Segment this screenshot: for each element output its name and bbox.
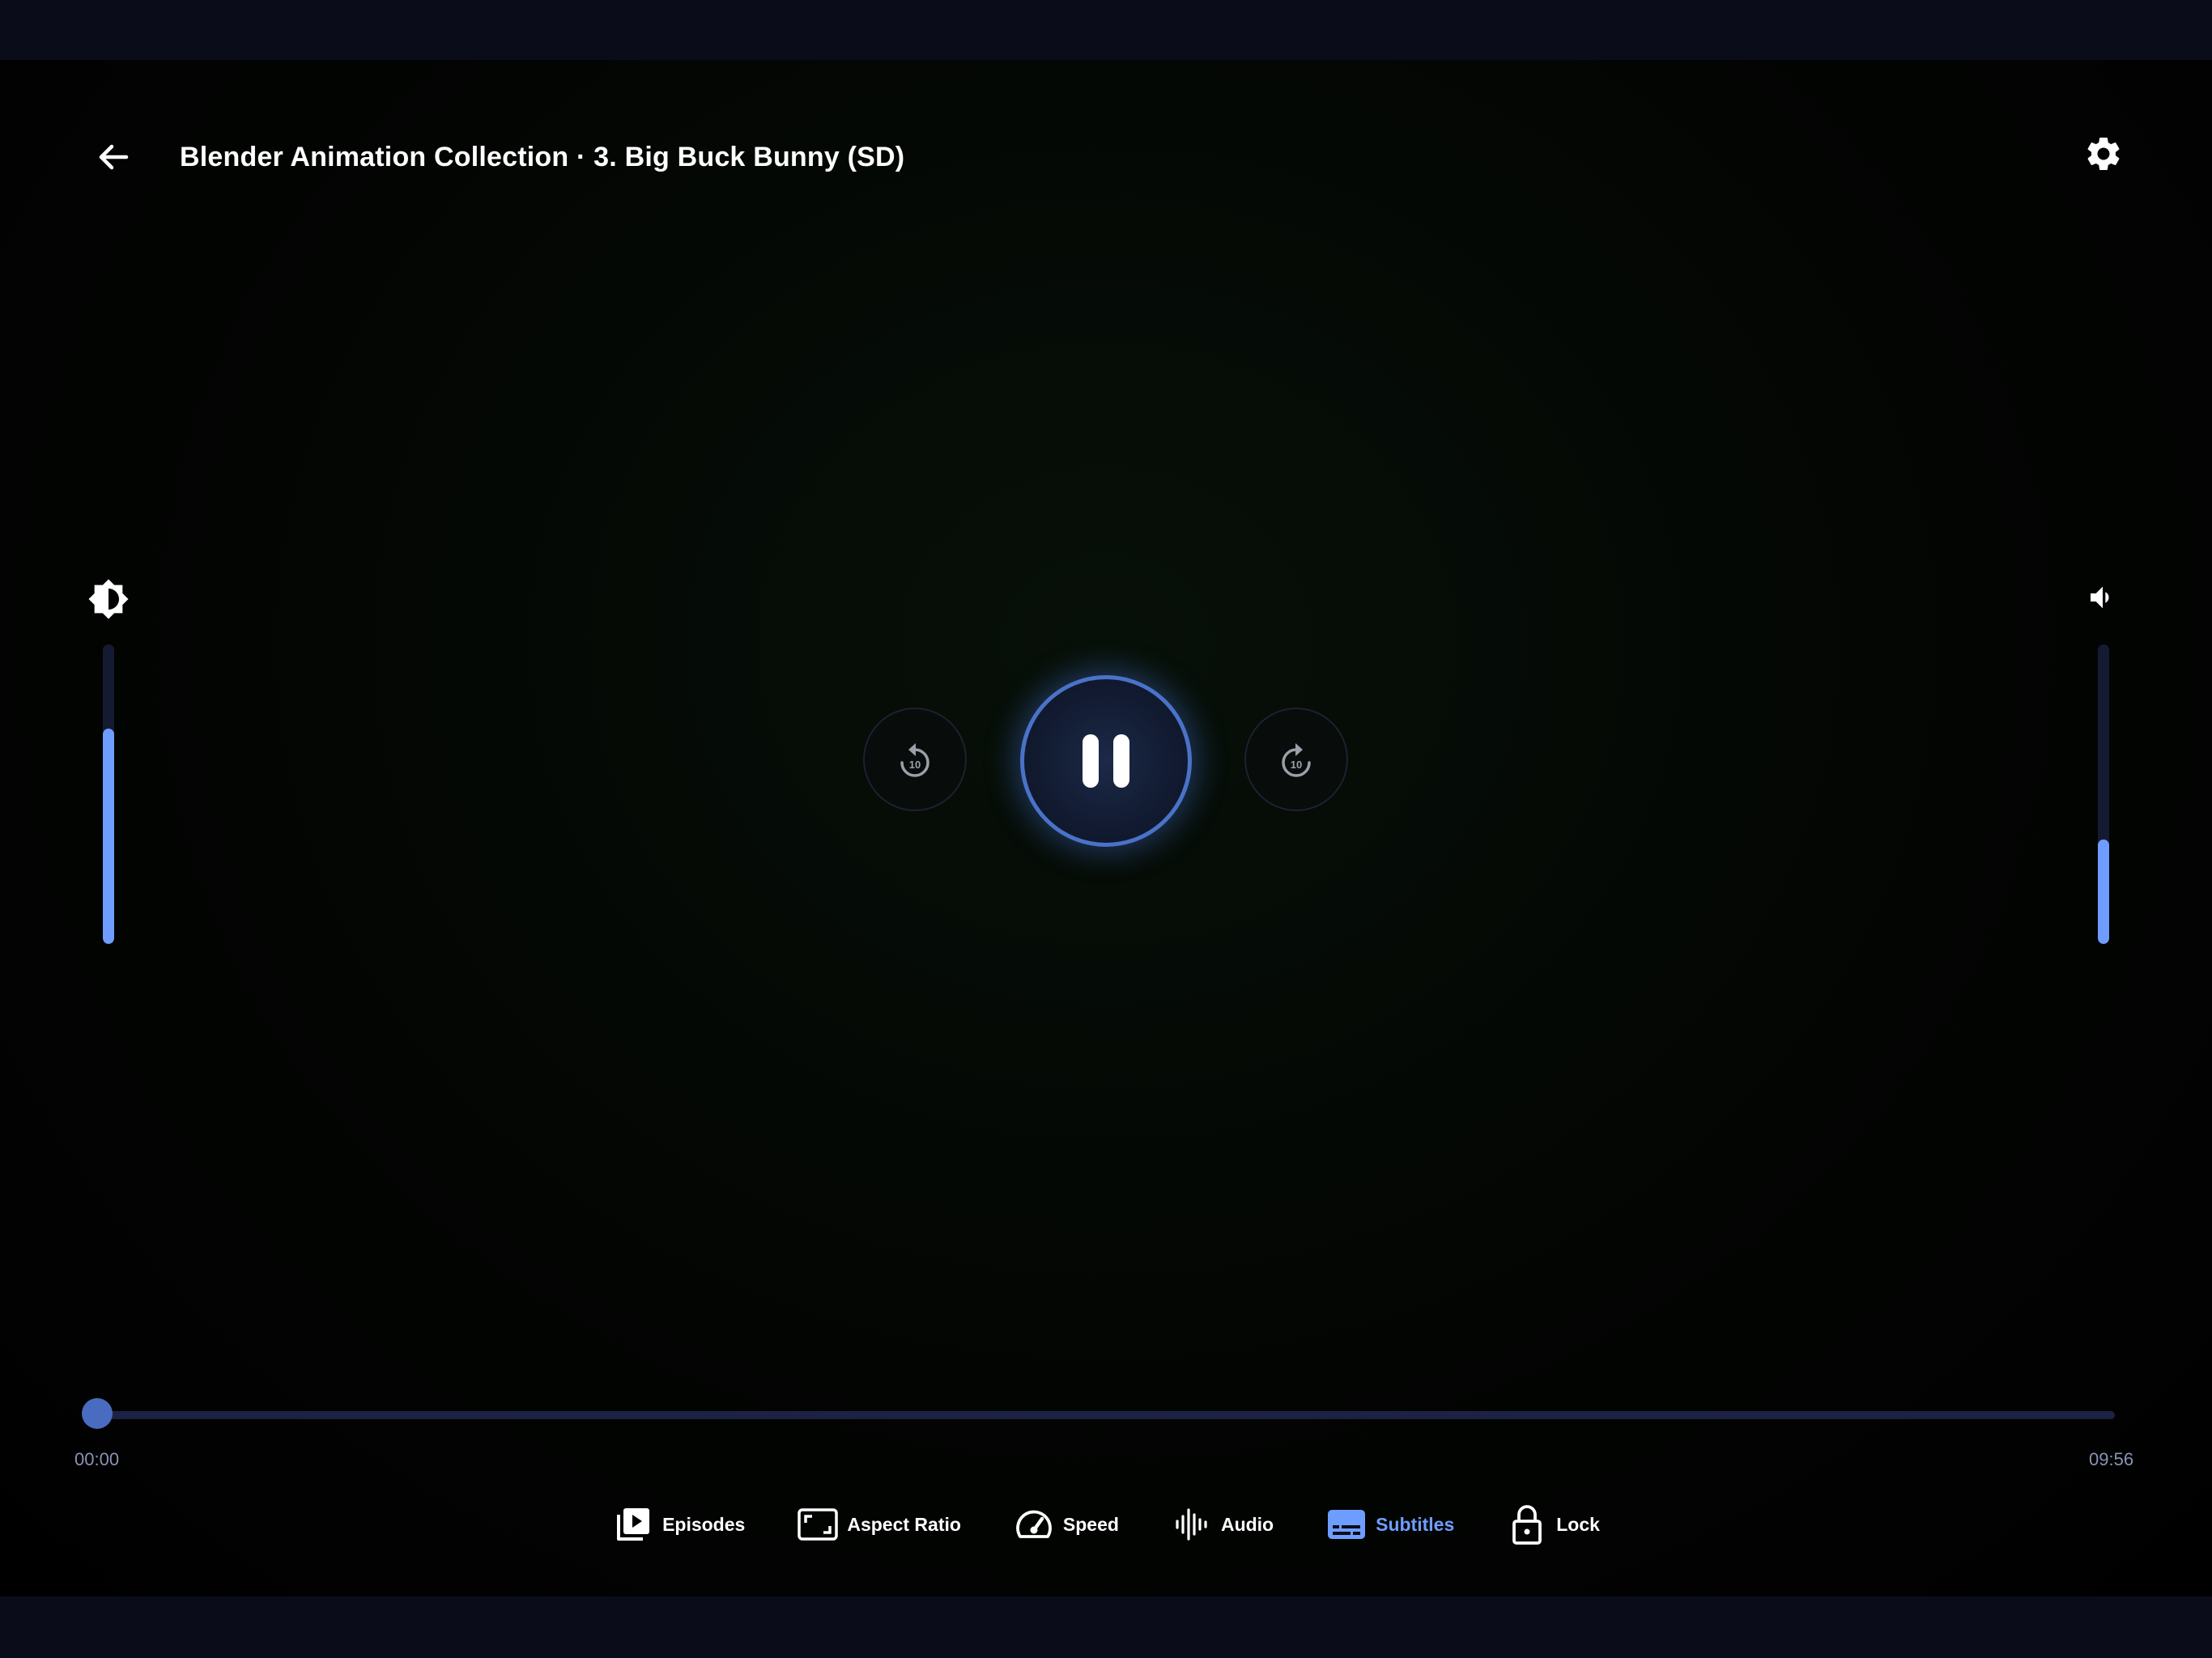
- navigation-bar-area: [0, 1596, 2212, 1658]
- video-player[interactable]: Blender Animation Collection · 3. Big Bu…: [0, 60, 2212, 1596]
- subtitles-icon: [1325, 1503, 1368, 1545]
- status-bar-area: [0, 0, 2212, 60]
- audio-button[interactable]: Audio: [1171, 1496, 1274, 1553]
- total-duration: 09:56: [2089, 1449, 2134, 1469]
- forward-10-icon: 10: [1282, 743, 1311, 777]
- aspect-ratio-button[interactable]: Aspect Ratio: [797, 1496, 961, 1553]
- rewind-seconds-label: 10: [909, 759, 921, 771]
- volume-level: [2098, 839, 2109, 944]
- brightness-level: [103, 728, 114, 944]
- pause-button[interactable]: [1020, 675, 1192, 847]
- subtitles-label: Subtitles: [1376, 1513, 1455, 1535]
- gear-icon: [2087, 138, 2120, 170]
- forward-seconds-label: 10: [1291, 759, 1302, 771]
- volume-indicator: [2078, 573, 2127, 622]
- subtitles-button[interactable]: Subtitles: [1325, 1496, 1454, 1553]
- brightness-indicator: [84, 575, 133, 623]
- back-button[interactable]: [87, 131, 139, 183]
- brightness-slider[interactable]: [103, 644, 114, 944]
- episodes-button[interactable]: Episodes: [612, 1496, 745, 1553]
- speed-label: Speed: [1062, 1513, 1119, 1535]
- brightness-icon: [88, 579, 129, 619]
- episodes-label: Episodes: [662, 1513, 746, 1535]
- seek-bar[interactable]: [82, 1398, 2115, 1429]
- episodes-icon: [612, 1503, 654, 1545]
- current-time: 00:00: [74, 1449, 120, 1469]
- speed-icon: [1013, 1503, 1055, 1545]
- rewind-10-icon: 10: [900, 743, 929, 777]
- forward-button[interactable]: 10: [1244, 708, 1348, 811]
- arrow-left-icon: [99, 144, 129, 170]
- settings-button[interactable]: [2078, 128, 2129, 180]
- aspect-ratio-label: Aspect Ratio: [847, 1513, 961, 1535]
- speed-button[interactable]: Speed: [1013, 1496, 1119, 1553]
- lock-icon: [1506, 1503, 1548, 1545]
- bottom-toolbar: Episodes Aspect Ratio Speed Audio Subtit…: [0, 1496, 2212, 1553]
- lock-button[interactable]: Lock: [1506, 1496, 1600, 1553]
- pause-icon: [1075, 734, 1137, 788]
- audio-icon: [1171, 1503, 1213, 1545]
- aspect-ratio-icon: [797, 1503, 839, 1545]
- speaker-icon: [2091, 586, 2109, 609]
- seek-thumb[interactable]: [82, 1398, 113, 1429]
- audio-label: Audio: [1220, 1513, 1274, 1535]
- volume-slider[interactable]: [2098, 644, 2109, 944]
- rewind-button[interactable]: 10: [863, 708, 967, 811]
- lock-label: Lock: [1556, 1513, 1600, 1535]
- video-title: Blender Animation Collection · 3. Big Bu…: [180, 142, 905, 172]
